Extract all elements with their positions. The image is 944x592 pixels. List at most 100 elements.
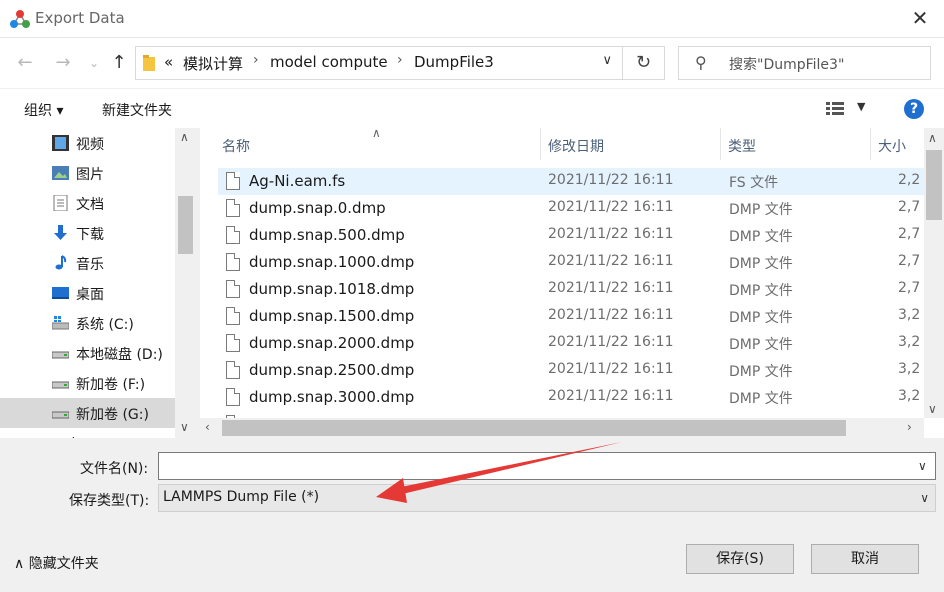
back-arrow-icon[interactable]: ← — [14, 52, 36, 74]
file-type: DMP 文件 — [729, 283, 793, 299]
file-row[interactable]: dump.snap.3000.dmp 2021/11/22 16:11 DMP … — [218, 384, 924, 411]
file-size: 2,7 — [898, 226, 921, 242]
view-dropdown-icon[interactable]: ▼ — [857, 100, 865, 113]
folder-icon — [143, 55, 155, 71]
file-row[interactable]: dump.snap.1500.dmp 2021/11/22 16:11 DMP … — [218, 303, 924, 330]
breadcrumb-item[interactable]: 模拟计算 — [183, 53, 243, 74]
file-type: DMP 文件 — [729, 202, 793, 218]
sidebar-item-documents[interactable]: 文档 — [0, 188, 175, 218]
forward-arrow-icon[interactable]: → — [52, 52, 74, 74]
breadcrumb-separator-icon[interactable]: › — [397, 52, 403, 68]
file-date: 2021/11/22 16:11 — [548, 172, 674, 188]
vertical-scrollbar-thumb[interactable] — [926, 150, 942, 220]
file-name: dump.snap.2000.dmp — [249, 334, 415, 352]
new-folder-button[interactable]: 新建文件夹 — [102, 100, 172, 120]
file-date: 2021/11/22 16:11 — [548, 361, 674, 377]
sidebar-item-drive-c[interactable]: 系统 (C:) — [0, 308, 175, 338]
address-bar[interactable]: « 模拟计算 › model compute › DumpFile3 ∨ — [135, 46, 623, 80]
file-row[interactable]: dump.snap.0.dmp 2021/11/22 16:11 DMP 文件 … — [218, 195, 924, 222]
view-options-icon[interactable] — [826, 102, 844, 116]
drive-icon — [52, 411, 69, 419]
file-date: 2021/11/22 16:11 — [548, 388, 674, 404]
sidebar-item-label: 图片 — [76, 167, 104, 183]
hide-folders-toggle[interactable]: ∧ 隐藏文件夹 — [14, 553, 99, 573]
organize-button[interactable]: 组织 ▾ — [24, 100, 63, 120]
column-header-type[interactable]: 类型 — [728, 128, 756, 160]
sidebar-item-drive-g[interactable]: 新加卷 (G:) — [0, 398, 175, 428]
sort-ascending-icon: ∧ — [372, 128, 381, 140]
sidebar-item-label: 新加卷 (G:) — [76, 407, 149, 423]
address-row: ← → ⌄ ↑ « 模拟计算 › model compute › DumpFil… — [0, 38, 944, 88]
search-box[interactable]: ⚲ 搜索"DumpFile3" — [678, 46, 931, 80]
refresh-button[interactable]: ↻ — [623, 46, 665, 80]
window-title: Export Data — [35, 9, 125, 27]
file-row[interactable]: dump.snap.1000.dmp 2021/11/22 16:11 DMP … — [218, 249, 924, 276]
column-divider[interactable] — [540, 128, 541, 160]
save-button[interactable]: 保存(S) — [686, 544, 794, 574]
help-icon[interactable]: ? — [904, 99, 924, 119]
file-icon — [226, 334, 240, 352]
recent-dropdown-icon[interactable]: ⌄ — [83, 52, 105, 74]
file-name: Ag-Ni.eam.fs — [249, 172, 346, 190]
scroll-left-arrow-icon[interactable]: ‹ — [205, 420, 210, 434]
address-dropdown-icon[interactable]: ∨ — [602, 53, 612, 68]
file-type: FS 文件 — [729, 175, 779, 191]
scroll-up-arrow-icon[interactable]: ∧ — [928, 131, 937, 145]
drive-icon — [52, 351, 69, 359]
sidebar-item-downloads[interactable]: 下载 — [0, 218, 175, 248]
scroll-down-arrow-icon[interactable]: ∨ — [928, 402, 937, 416]
scroll-up-arrow-icon[interactable]: ∧ — [180, 130, 189, 144]
file-row[interactable]: dump.snap.500.dmp 2021/11/22 16:11 DMP 文… — [218, 222, 924, 249]
documents-folder-icon — [53, 195, 68, 211]
file-icon — [226, 253, 240, 271]
horizontal-scrollbar-thumb[interactable] — [222, 420, 846, 436]
search-input[interactable]: 搜索"DumpFile3" — [729, 54, 844, 74]
column-header-size[interactable]: 大小 — [878, 128, 906, 160]
breadcrumb-item[interactable]: model compute — [270, 53, 388, 71]
file-type: DMP 文件 — [729, 364, 793, 380]
app-logo-icon — [10, 10, 30, 28]
sidebar-item-label: 系统 (C:) — [76, 317, 134, 333]
chevron-up-icon: ∧ — [14, 556, 29, 572]
breadcrumb-item[interactable]: DumpFile3 — [414, 53, 494, 71]
filetype-select[interactable]: LAMMPS Dump File (*) ∨ — [158, 484, 936, 512]
column-header-date[interactable]: 修改日期 — [548, 128, 604, 160]
file-size: 3,2 — [898, 361, 921, 377]
sidebar-scrollbar[interactable] — [175, 128, 196, 438]
column-divider[interactable] — [720, 128, 721, 160]
file-date: 2021/11/22 16:11 — [548, 280, 674, 296]
file-icon — [226, 388, 240, 406]
breadcrumb-separator-icon[interactable]: › — [253, 52, 259, 68]
sidebar-item-library[interactable]: 库 — [0, 428, 175, 438]
filename-dropdown-icon[interactable]: ∨ — [918, 459, 927, 473]
sidebar-item-desktop[interactable]: 桌面 — [0, 278, 175, 308]
up-arrow-icon[interactable]: ↑ — [108, 52, 130, 74]
downloads-folder-icon — [54, 225, 67, 240]
cancel-button[interactable]: 取消 — [811, 544, 919, 574]
filename-input[interactable] — [158, 452, 936, 480]
close-icon[interactable]: ✕ — [908, 6, 932, 30]
sidebar-item-videos[interactable]: 视频 — [0, 128, 175, 158]
file-row[interactable]: dump.snap.2000.dmp 2021/11/22 16:11 DMP … — [218, 330, 924, 357]
sidebar-item-drive-d[interactable]: 本地磁盘 (D:) — [0, 338, 175, 368]
scroll-right-arrow-icon[interactable]: › — [907, 420, 912, 434]
file-name: dump.snap.1500.dmp — [249, 307, 415, 325]
filetype-value: LAMMPS Dump File (*) — [163, 489, 320, 505]
music-folder-icon — [55, 255, 67, 270]
column-header-name[interactable]: 名称 — [222, 128, 250, 160]
breadcrumb-overflow[interactable]: « — [164, 53, 173, 71]
sidebar-item-label: 文档 — [76, 197, 104, 213]
file-row[interactable]: dump.snap.2500.dmp 2021/11/22 16:11 DMP … — [218, 357, 924, 384]
scroll-down-arrow-icon[interactable]: ∨ — [180, 420, 189, 434]
sidebar-item-pictures[interactable]: 图片 — [0, 158, 175, 188]
file-row[interactable]: dump.snap.1018.dmp 2021/11/22 16:11 DMP … — [218, 276, 924, 303]
sidebar-item-drive-f[interactable]: 新加卷 (F:) — [0, 368, 175, 398]
column-divider[interactable] — [870, 128, 871, 160]
file-icon — [226, 199, 240, 217]
sidebar-item-label: 视频 — [76, 137, 104, 153]
filename-label: 文件名(N): — [80, 461, 149, 477]
navigation-pane: 视频 图片 文档 下载 音乐 桌面 系统 (C:) 本地磁盘 (D:) 新加卷 … — [0, 128, 196, 438]
file-row[interactable]: Ag-Ni.eam.fs 2021/11/22 16:11 FS 文件 2,2 — [218, 168, 924, 195]
sidebar-item-music[interactable]: 音乐 — [0, 248, 175, 278]
sidebar-scrollbar-thumb[interactable] — [178, 196, 193, 254]
